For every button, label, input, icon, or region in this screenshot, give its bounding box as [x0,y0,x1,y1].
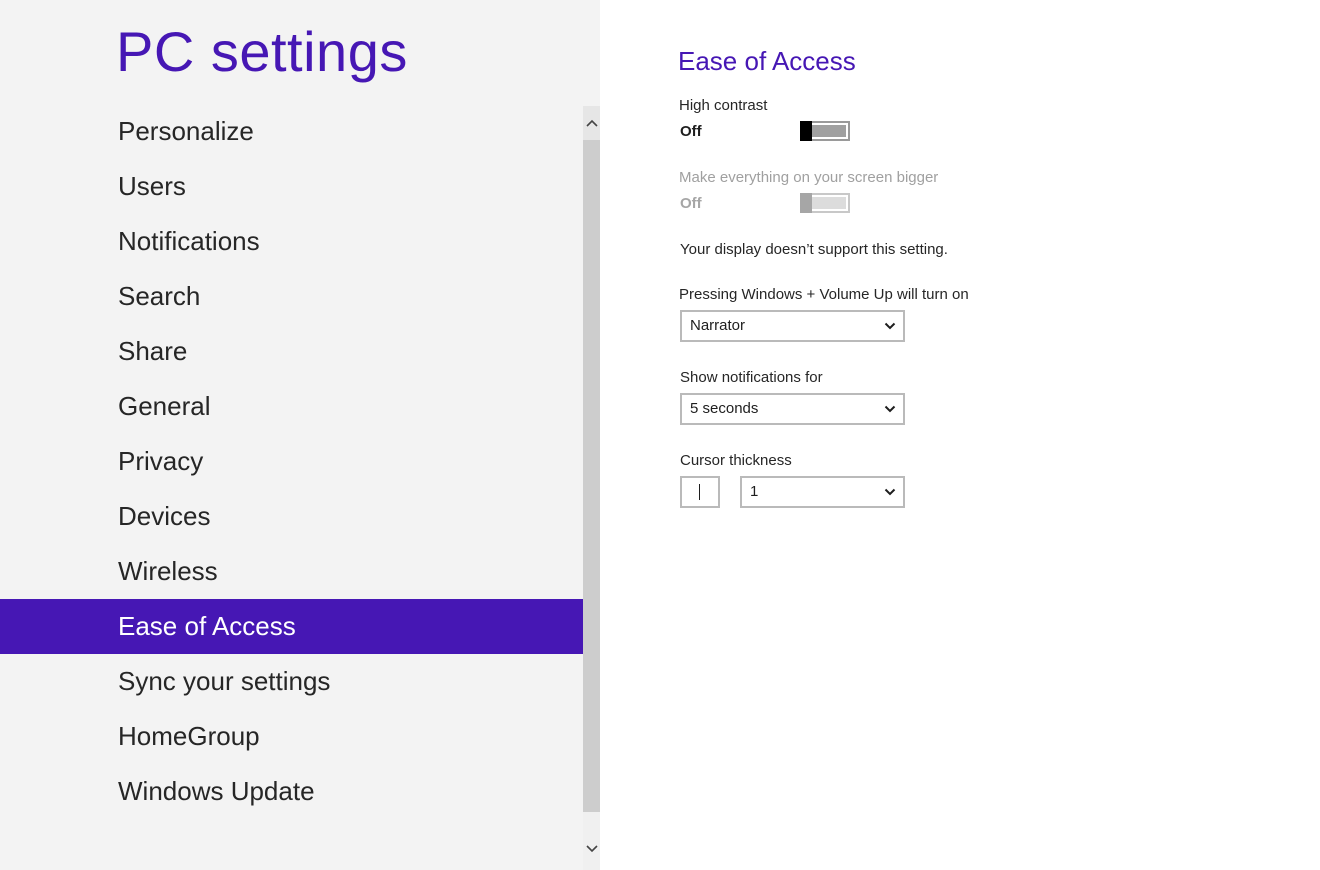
make-bigger-label: Make everything on your screen bigger [679,169,939,186]
chevron-down-icon [585,845,598,853]
volume-shortcut-label: Pressing Windows + Volume Up will turn o… [679,286,969,303]
chevron-down-icon [884,405,896,413]
chevron-up-icon [585,119,598,127]
chevron-down-icon [884,322,896,330]
settings-category-list: Personalize Users Notifications Search S… [0,104,583,819]
notifications-duration-dropdown[interactable]: 5 seconds [680,393,905,425]
nav-item-wireless[interactable]: Wireless [0,544,583,599]
nav-item-share[interactable]: Share [0,324,583,379]
nav-item-users[interactable]: Users [0,159,583,214]
display-support-note: Your display doesn’t support this settin… [680,241,948,258]
make-bigger-toggle [800,193,850,213]
cursor-thickness-preview [680,476,720,508]
nav-item-personalize[interactable]: Personalize [0,104,583,159]
nav-item-devices[interactable]: Devices [0,489,583,544]
settings-content: Ease of Access High contrast Off Make ev… [600,0,1320,870]
high-contrast-state: Off [680,123,702,140]
high-contrast-toggle[interactable] [800,121,850,141]
cursor-thickness-dropdown[interactable]: 1 [740,476,905,508]
dropdown-value: 1 [750,483,759,500]
navigation-pane: PC settings Personalize Users Notificati… [0,0,600,870]
dropdown-value: Narrator [690,317,746,334]
scroll-thumb[interactable] [583,140,600,812]
volume-shortcut-dropdown[interactable]: Narrator [680,310,905,342]
nav-item-windows-update[interactable]: Windows Update [0,764,583,819]
cursor-thickness-label: Cursor thickness [680,452,792,469]
high-contrast-label: High contrast [679,97,768,114]
nav-item-notifications[interactable]: Notifications [0,214,583,269]
scroll-up-button[interactable] [583,106,600,140]
text-cursor-preview [699,484,700,500]
section-title: Ease of Access [678,46,856,76]
toggle-thumb [800,121,812,141]
nav-item-homegroup[interactable]: HomeGroup [0,709,583,764]
nav-item-sync-your-settings[interactable]: Sync your settings [0,654,583,709]
pc-settings-window: PC settings Personalize Users Notificati… [0,0,1320,870]
nav-item-privacy[interactable]: Privacy [0,434,583,489]
dropdown-value: 5 seconds [690,400,759,417]
nav-item-search[interactable]: Search [0,269,583,324]
make-bigger-state: Off [680,195,702,212]
notifications-duration-label: Show notifications for [680,369,823,386]
chevron-down-icon [884,488,896,496]
nav-scrollbar[interactable] [583,106,600,870]
nav-item-ease-of-access[interactable]: Ease of Access [0,599,583,654]
app-title: PC settings [116,20,408,83]
toggle-thumb [800,193,812,213]
scroll-down-button[interactable] [583,832,600,866]
nav-item-general[interactable]: General [0,379,583,434]
